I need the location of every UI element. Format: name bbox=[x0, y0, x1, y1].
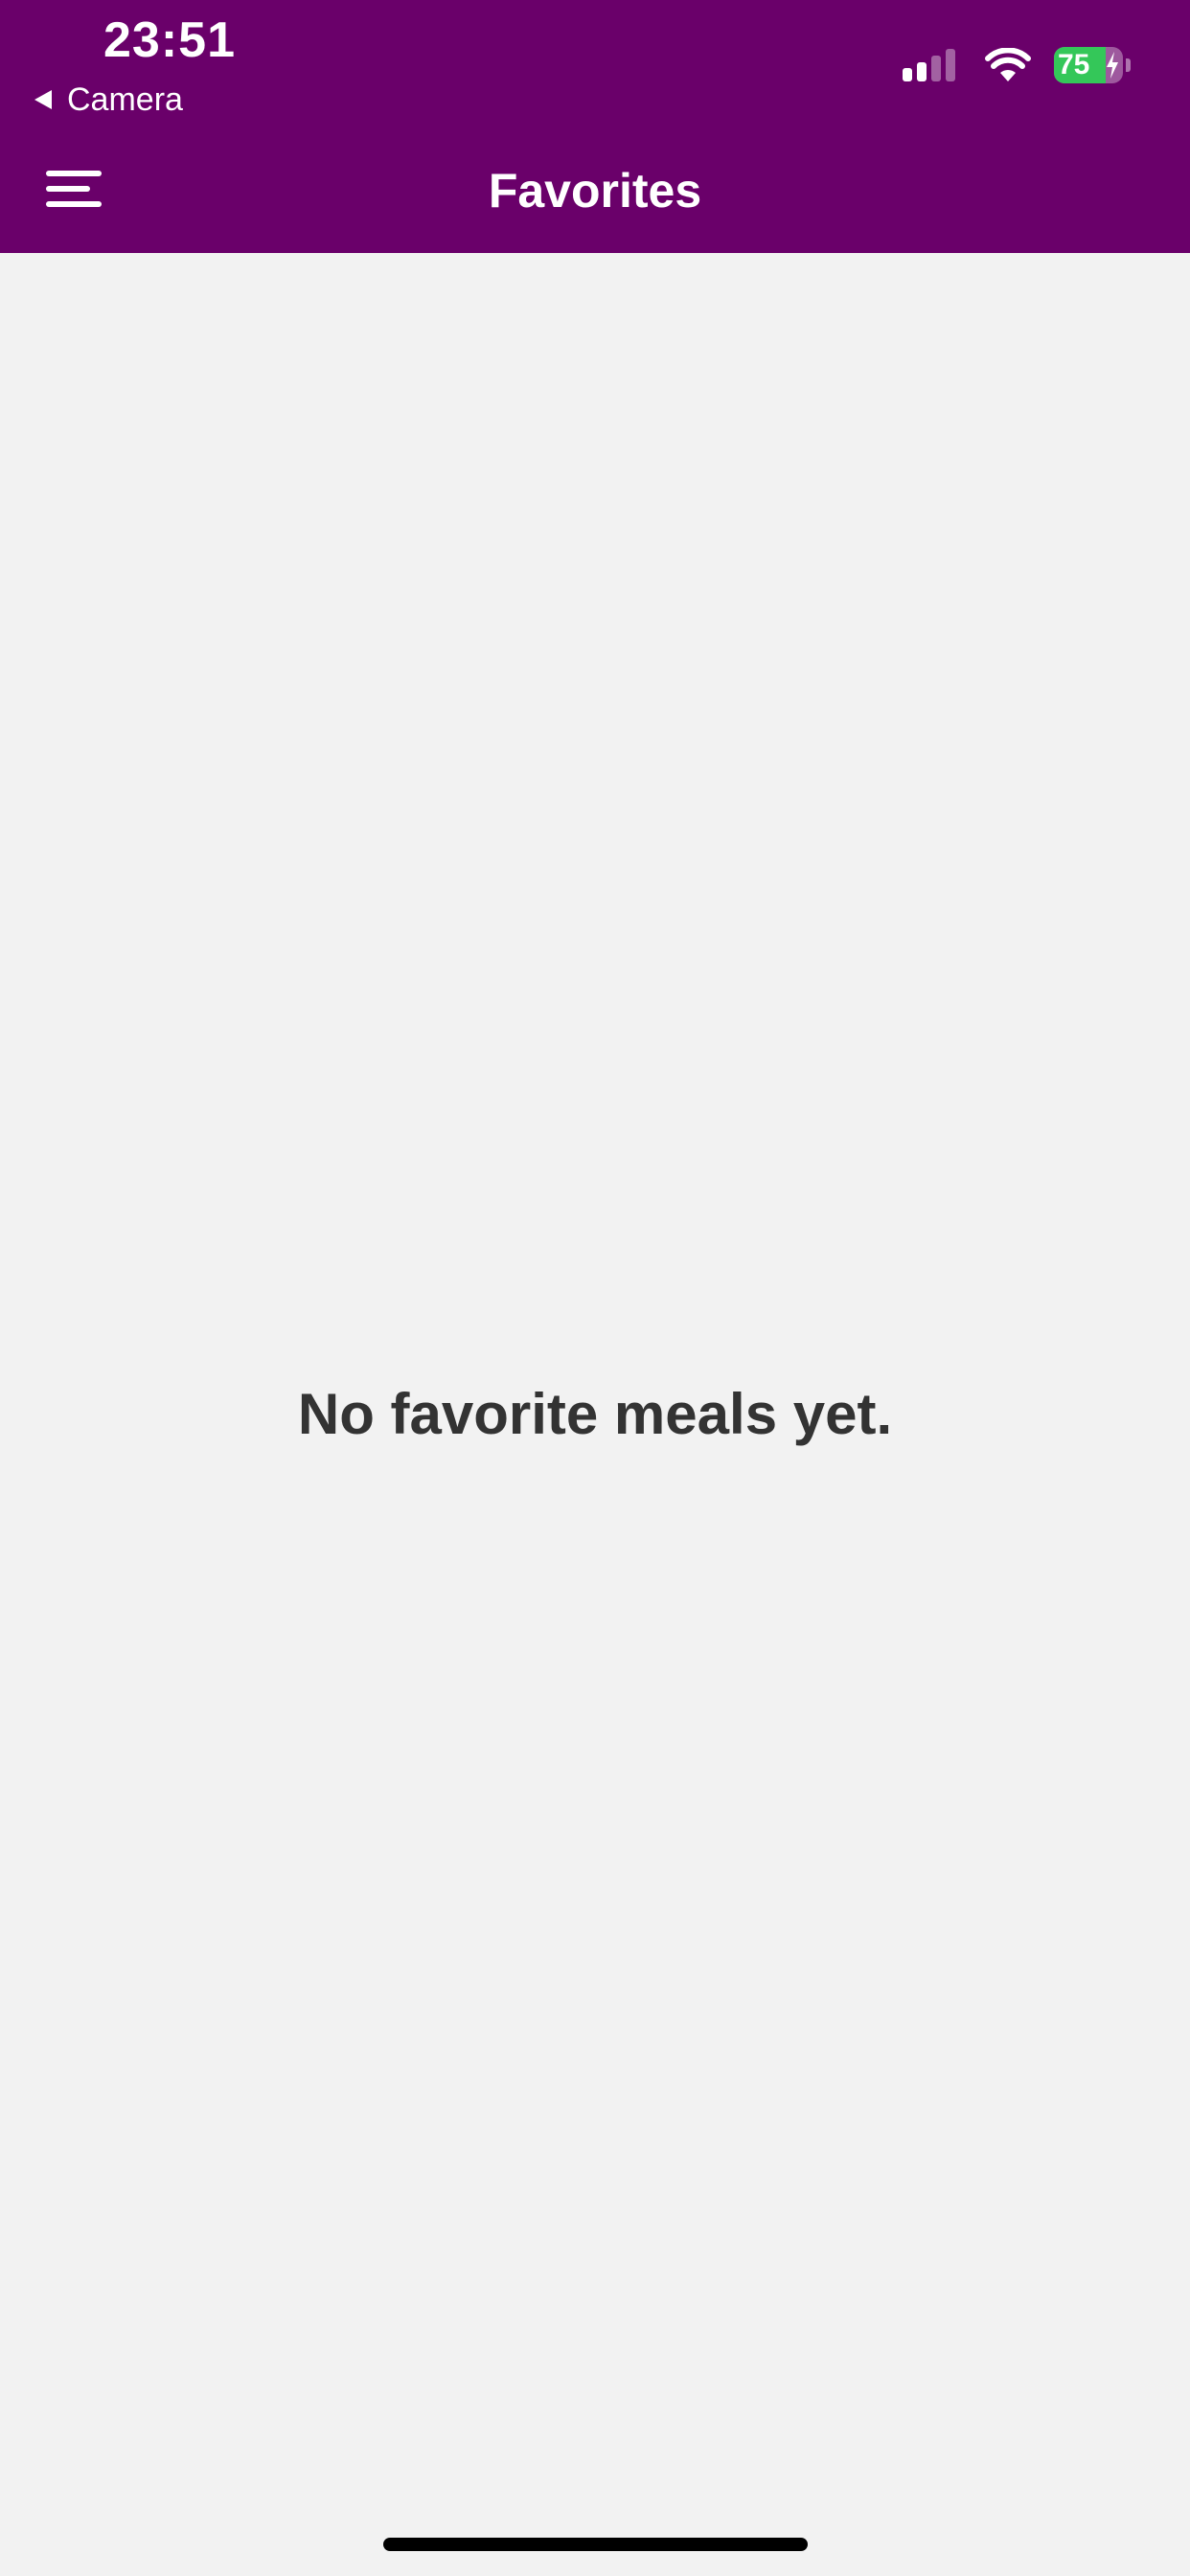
battery-percent: 75 bbox=[1058, 49, 1090, 80]
status-time: 23:51 bbox=[103, 12, 236, 68]
cellular-signal-icon bbox=[903, 49, 960, 81]
page-title: Favorites bbox=[488, 164, 702, 218]
battery-cap bbox=[1126, 58, 1131, 72]
empty-state-message: No favorite meals yet. bbox=[297, 1382, 893, 1446]
back-app-label: Camera bbox=[67, 80, 183, 118]
battery-icon: 75 bbox=[1054, 47, 1123, 83]
charging-bolt-icon bbox=[1107, 52, 1118, 79]
back-to-app-link[interactable]: Camera bbox=[34, 79, 183, 121]
back-triangle-icon bbox=[34, 90, 52, 109]
app-header: 23:51 Camera 75 Favorites bbox=[0, 0, 1190, 253]
home-indicator[interactable] bbox=[383, 2538, 808, 2551]
status-indicators: 75 bbox=[903, 44, 1131, 86]
wifi-icon bbox=[985, 48, 1031, 81]
